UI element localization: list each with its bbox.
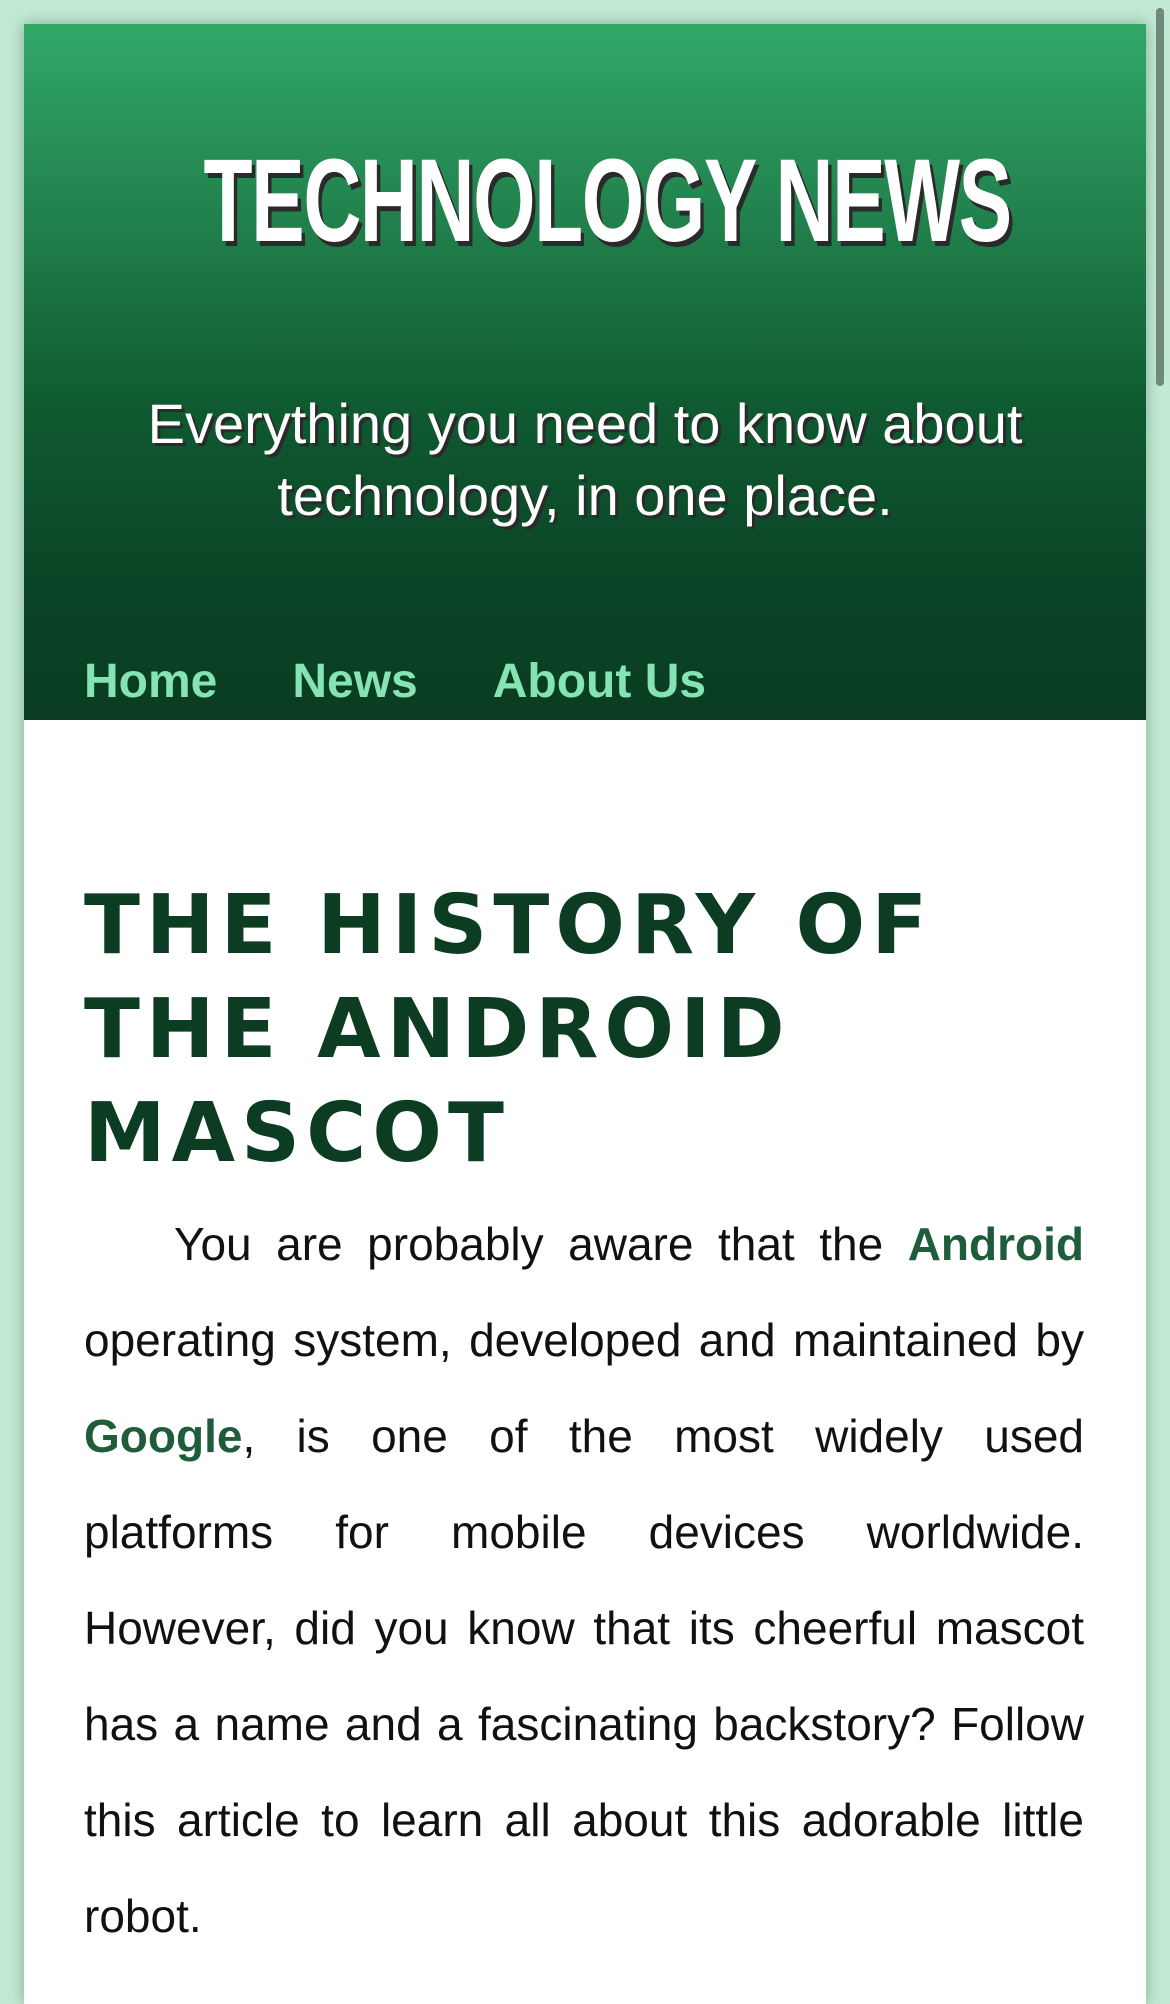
site-title: TECHNOLOGY NEWS (203, 135, 1013, 267)
vertical-scrollbar[interactable] (1156, 8, 1164, 386)
google-link[interactable]: Google (84, 1410, 242, 1462)
site-header: TECHNOLOGY NEWS Everything you need to k… (24, 24, 1146, 720)
nav-link-home[interactable]: Home (84, 654, 217, 710)
article-text-2: operating system, developed and maintain… (84, 1314, 1084, 1366)
main-nav: Home News About Us (84, 654, 706, 710)
site-tagline: Everything you need to know about techno… (147, 392, 1023, 527)
page-container: TECHNOLOGY NEWS Everything you need to k… (24, 24, 1146, 2004)
nav-link-about-us[interactable]: About Us (493, 654, 706, 710)
article-title: THE HISTORY OF THE ANDROID MASCOT (84, 878, 934, 1181)
nav-link-news[interactable]: News (292, 654, 417, 710)
article-text-1: You are probably aware that the (174, 1218, 908, 1270)
article-paragraph: You are probably aware that the Android … (84, 1196, 1084, 1964)
article-text-3: , is one of the most widely used platfor… (84, 1410, 1084, 1942)
android-link[interactable]: Android (908, 1218, 1084, 1270)
